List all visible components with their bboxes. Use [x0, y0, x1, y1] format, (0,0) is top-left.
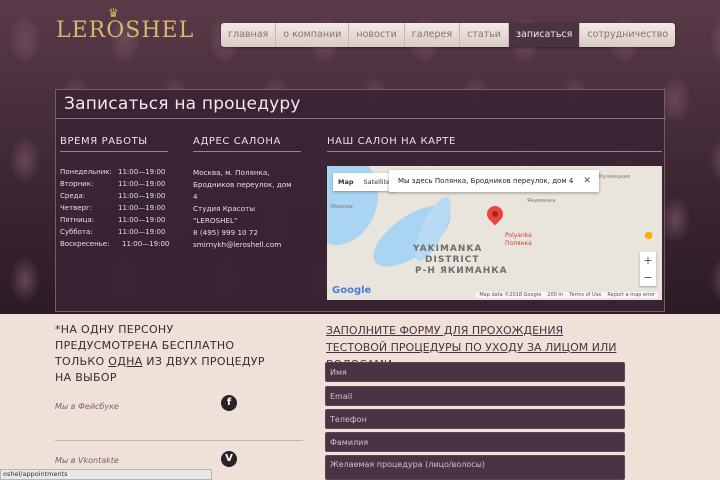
nav-item-cooperation[interactable]: сотрудничество [580, 23, 675, 47]
hours-time: 11:00—19:00 [118, 216, 166, 224]
hours-time: 11:00—19:00 [118, 192, 166, 200]
facebook-label[interactable]: Мы в Фейсбуке [55, 402, 119, 411]
free-procedure-note: *НА ОДНУ ПЕРСОНУ ПРЕДУСМОТРЕНА БЕСПЛАТНО… [55, 322, 265, 386]
nav-item-news[interactable]: новости [349, 23, 405, 47]
map-street-label: Moscow [331, 204, 353, 210]
vkontakte-icon[interactable]: V [221, 451, 237, 467]
hours-day: Среда: [60, 192, 86, 200]
nav-item-gallery[interactable]: галерея [405, 23, 461, 47]
name-field[interactable] [325, 362, 625, 382]
address-line: "LEROSHEL" [193, 216, 238, 225]
note-line: ТОЛЬКО ОДНА ИЗ ДВУХ ПРОЦЕДУР [55, 354, 265, 370]
page-title: Записаться на процедуру [64, 94, 301, 114]
address-line: Студия Красоты [193, 204, 255, 213]
zoom-control: + − [640, 252, 656, 286]
google-map[interactable]: YAKIMANKA DISTRICT Р-Н ЯКИМАНКА Moscow Я… [327, 166, 662, 300]
address-line: Бродников переулок, дом [193, 180, 292, 189]
vkontakte-label[interactable]: Мы в Vkontakte [55, 456, 119, 465]
nav-item-articles[interactable]: статьи [460, 23, 509, 47]
phone-number[interactable]: 8 (495) 999 10 72 [193, 228, 258, 237]
surname-field[interactable] [325, 432, 625, 452]
hours-time: 11:00—19:00 [118, 180, 166, 188]
map-type-map-button[interactable]: Map [333, 173, 359, 191]
close-icon[interactable]: ✕ [583, 170, 591, 192]
map-district-label: YAKIMANKA [413, 244, 483, 254]
map-metro-label: Polyanka [505, 232, 532, 239]
map-street-label: Кузнецкая [599, 174, 630, 180]
map-district-label: Р-Н ЯКИМАНКА [415, 266, 508, 276]
note-line: *НА ОДНУ ПЕРСОНУ [55, 323, 174, 336]
zoom-in-button[interactable]: + [640, 252, 656, 269]
hours-time: 11:00—19:00 [122, 240, 170, 248]
note-text: ТОЛЬКО [55, 355, 109, 368]
nav-item-home[interactable]: главная [221, 23, 277, 47]
crown-icon: ♛ [108, 6, 120, 20]
phone-field[interactable] [325, 409, 625, 429]
nav-item-appointment[interactable]: записаться [508, 23, 581, 47]
zoom-out-button[interactable]: − [640, 269, 656, 286]
note-line: НА ВЫБОР [55, 371, 117, 384]
address-heading: АДРЕС САЛОНА [193, 136, 301, 152]
map-district-label: DISTRICT [425, 255, 480, 265]
hours-day: Четверг: [60, 204, 93, 212]
map-street-label: Якиманка [527, 198, 556, 204]
map-terms-link[interactable]: Terms of Use [569, 292, 601, 298]
map-info-window: Мы здесь Полянка, Бродников переулок, до… [389, 170, 599, 192]
hours-time: 11:00—19:00 [118, 228, 166, 236]
procedure-field[interactable] [325, 455, 625, 480]
note-text: ИЗ ДВУХ ПРОЦЕДУР [142, 355, 265, 368]
hours-day: Понедельник: [60, 168, 112, 176]
email-field[interactable] [325, 386, 625, 406]
note-emphasis: ОДНА [108, 355, 143, 368]
map-pin-icon[interactable] [483, 202, 507, 226]
hours-time: 11:00—19:00 [118, 168, 166, 176]
note-line: ПРЕДУСМОТРЕНА БЕСПЛАТНО [55, 339, 235, 352]
nav-item-about[interactable]: о компании [276, 23, 350, 47]
browser-status-bar: oshel/appointments [0, 469, 212, 480]
map-report-link[interactable]: Report a map error [607, 292, 655, 298]
map-footer: Map data ©2018 Google 200 m Terms of Use… [476, 292, 658, 298]
address-line: Москва, м. Полянка, [193, 168, 270, 177]
hours-day: Суббота: [60, 228, 93, 236]
main-nav: главная о компании новости галерея стать… [221, 23, 676, 47]
map-data-attribution: Map data ©2018 Google [479, 292, 542, 298]
social-divider [55, 440, 303, 441]
logo-text: LEROSHEL [56, 18, 195, 43]
hours-heading: ВРЕМЯ РАБОТЫ [60, 136, 168, 152]
hours-day: Вторник: [60, 180, 94, 188]
facebook-icon[interactable]: f [221, 395, 237, 411]
hours-day: Пятница: [60, 216, 95, 224]
map-metro-label: Полянка [505, 240, 532, 247]
address-line: 4 [193, 192, 198, 201]
map-heading: НАШ САЛОН НА КАРТЕ [327, 136, 662, 152]
hours-day: Воскресенье: [60, 240, 110, 248]
google-logo[interactable]: Google [332, 285, 371, 296]
title-divider [56, 118, 666, 119]
hours-time: 11:00—19:00 [118, 204, 166, 212]
map-info-text: Мы здесь Полянка, Бродников переулок, до… [398, 177, 574, 185]
site-logo[interactable]: ♛ LEROSHEL [56, 6, 193, 48]
pegman-icon[interactable]: ● [644, 230, 653, 241]
map-type-control: Map Satellite [333, 173, 396, 191]
appointment-panel: Записаться на процедуру ВРЕМЯ РАБОТЫ АДР… [55, 89, 666, 312]
map-scale[interactable]: 200 m [547, 292, 563, 298]
email-link[interactable]: smirnykh@leroshell.com [193, 240, 281, 249]
